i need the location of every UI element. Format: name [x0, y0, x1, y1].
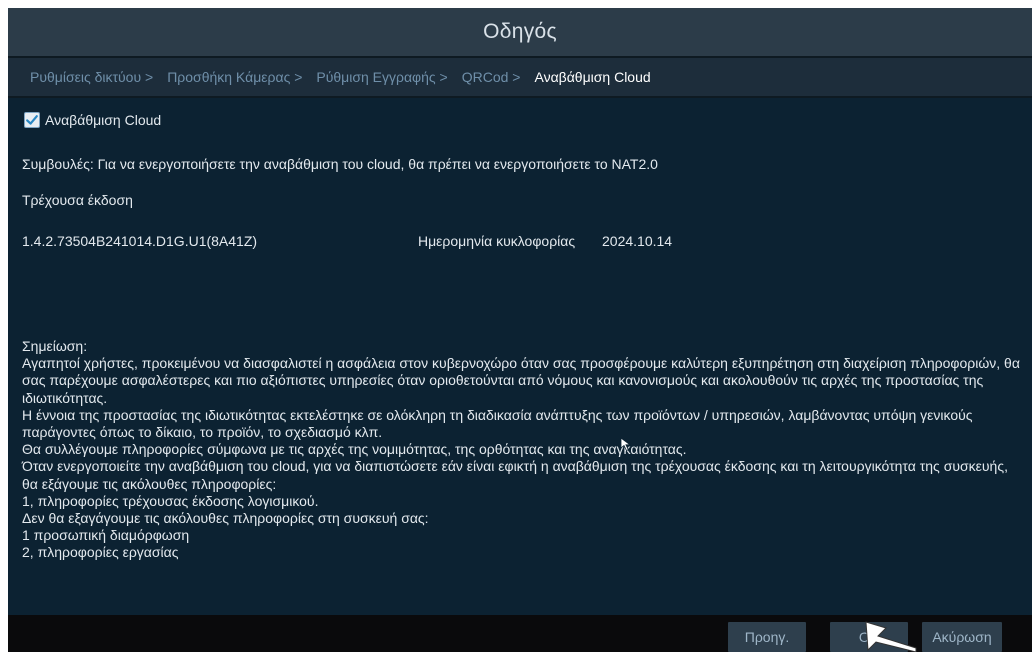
- cloud-upgrade-checkbox[interactable]: [24, 112, 40, 128]
- step-add-camera[interactable]: Προσθήκη Κάμερας >: [167, 69, 302, 85]
- step-record-settings[interactable]: Ρύθμιση Εγγραφής >: [316, 69, 447, 85]
- release-date-value: 2024.10.14: [602, 233, 673, 249]
- note-line: 1, πληροφορίες τρέχουσας έκδοσης λογισμι…: [22, 492, 319, 509]
- check-icon: [26, 115, 38, 125]
- note-line: 1 προσωπική διαμόρφωση: [22, 527, 190, 544]
- release-date-label: Ημερομηνία κυκλοφορίας: [418, 233, 576, 249]
- tips-text: Συμβουλές: Για να ενεργοποιήσετε την ανα…: [22, 156, 658, 172]
- step-network-settings[interactable]: Ρυθμίσεις δικτύου >: [30, 69, 153, 85]
- large-pointer-icon: [865, 621, 917, 652]
- cloud-upgrade-label: Αναβάθμιση Cloud: [45, 112, 162, 128]
- note-line: Αγαπητοί χρήστες, προκειμένου να διασφαλ…: [22, 355, 1020, 406]
- content-panel: Αναβάθμιση Cloud Συμβουλές: Για να ενεργ…: [8, 98, 1032, 615]
- version-value: 1.4.2.73504B241014.D1G.U1(8A41Z): [22, 233, 258, 249]
- wizard-steps: Ρυθμίσεις δικτύου > Προσθήκη Κάμερας > Ρ…: [8, 58, 1032, 96]
- wizard-window: Οδηγός Ρυθμίσεις δικτύου > Προσθήκη Κάμε…: [8, 8, 1032, 652]
- cloud-upgrade-toggle[interactable]: Αναβάθμιση Cloud: [24, 112, 161, 128]
- step-qrcode[interactable]: QRCod >: [462, 69, 521, 85]
- note-heading: Σημείωση:: [22, 338, 88, 354]
- step-cloud-upgrade[interactable]: Αναβάθμιση Cloud: [534, 69, 650, 85]
- note-line: Δεν θα εξαγάγουμε τις ακόλουθες πληροφορ…: [22, 510, 429, 527]
- current-version-label: Τρέχουσα έκδοση: [22, 192, 133, 208]
- window-title: Οδηγός: [483, 20, 557, 43]
- cancel-button[interactable]: Ακύρωση: [922, 622, 1002, 652]
- screen: Οδηγός Ρυθμίσεις δικτύου > Προσθήκη Κάμε…: [0, 0, 1034, 652]
- note-line: Όταν ενεργοποιείτε την αναβάθμιση του cl…: [22, 458, 1008, 492]
- note-line: 2, πληροφορίες εργασίας: [22, 544, 179, 561]
- button-bar: Προηγ. OK Ακύρωση: [8, 615, 1032, 652]
- note-line: Η έννοια της προστασίας της ιδιωτικότητα…: [22, 406, 973, 441]
- title-bar: Οδηγός: [8, 8, 1032, 56]
- privacy-note: Σημείωση: Αγαπητοί χρήστες, προκειμένου …: [22, 338, 1026, 562]
- prev-button[interactable]: Προηγ.: [728, 622, 806, 652]
- note-line: Θα συλλέγουμε πληροφορίες σύμφωνα με τις…: [22, 441, 687, 458]
- mouse-pointer-icon: [620, 437, 632, 452]
